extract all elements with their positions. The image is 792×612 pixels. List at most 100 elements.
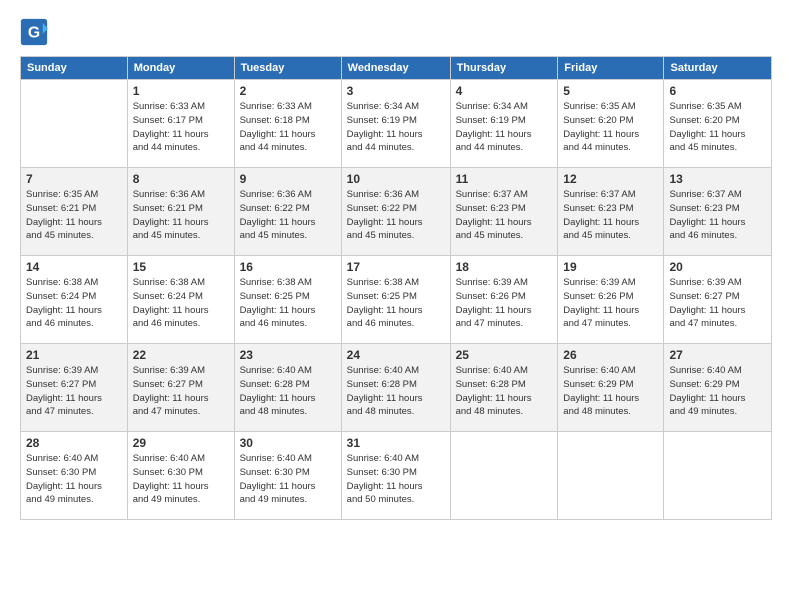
day-info: Sunrise: 6:40 AMSunset: 6:30 PMDaylight:… — [26, 452, 122, 507]
column-header-sunday: Sunday — [21, 57, 128, 80]
day-number: 30 — [240, 436, 336, 450]
day-number: 27 — [669, 348, 766, 362]
calendar-cell: 1 Sunrise: 6:33 AMSunset: 6:17 PMDaylight… — [127, 80, 234, 168]
logo: G — [20, 18, 52, 46]
column-header-monday: Monday — [127, 57, 234, 80]
calendar-cell: 11 Sunrise: 6:37 AMSunset: 6:23 PMDayligh… — [450, 168, 558, 256]
day-info: Sunrise: 6:39 AMSunset: 6:27 PMDaylight:… — [669, 276, 766, 331]
svg-text:G: G — [28, 24, 40, 41]
day-info: Sunrise: 6:39 AMSunset: 6:27 PMDaylight:… — [133, 364, 229, 419]
calendar-cell: 21 Sunrise: 6:39 AMSunset: 6:27 PMDayligh… — [21, 344, 128, 432]
day-number: 23 — [240, 348, 336, 362]
calendar-cell: 23 Sunrise: 6:40 AMSunset: 6:28 PMDayligh… — [234, 344, 341, 432]
day-info: Sunrise: 6:39 AMSunset: 6:26 PMDaylight:… — [456, 276, 553, 331]
day-info: Sunrise: 6:40 AMSunset: 6:28 PMDaylight:… — [456, 364, 553, 419]
calendar-cell — [450, 432, 558, 520]
day-info: Sunrise: 6:35 AMSunset: 6:20 PMDaylight:… — [563, 100, 658, 155]
day-number: 22 — [133, 348, 229, 362]
day-number: 17 — [347, 260, 445, 274]
day-info: Sunrise: 6:36 AMSunset: 6:22 PMDaylight:… — [347, 188, 445, 243]
column-header-wednesday: Wednesday — [341, 57, 450, 80]
day-number: 11 — [456, 172, 553, 186]
calendar-cell: 22 Sunrise: 6:39 AMSunset: 6:27 PMDayligh… — [127, 344, 234, 432]
day-number: 5 — [563, 84, 658, 98]
week-row-2: 7 Sunrise: 6:35 AMSunset: 6:21 PMDaylight… — [21, 168, 772, 256]
day-number: 14 — [26, 260, 122, 274]
day-info: Sunrise: 6:37 AMSunset: 6:23 PMDaylight:… — [669, 188, 766, 243]
calendar-cell: 12 Sunrise: 6:37 AMSunset: 6:23 PMDayligh… — [558, 168, 664, 256]
day-info: Sunrise: 6:40 AMSunset: 6:29 PMDaylight:… — [669, 364, 766, 419]
day-number: 16 — [240, 260, 336, 274]
calendar-cell: 18 Sunrise: 6:39 AMSunset: 6:26 PMDayligh… — [450, 256, 558, 344]
calendar-cell: 15 Sunrise: 6:38 AMSunset: 6:24 PMDayligh… — [127, 256, 234, 344]
day-info: Sunrise: 6:39 AMSunset: 6:27 PMDaylight:… — [26, 364, 122, 419]
day-info: Sunrise: 6:40 AMSunset: 6:28 PMDaylight:… — [240, 364, 336, 419]
column-header-thursday: Thursday — [450, 57, 558, 80]
calendar-cell: 10 Sunrise: 6:36 AMSunset: 6:22 PMDayligh… — [341, 168, 450, 256]
day-info: Sunrise: 6:33 AMSunset: 6:18 PMDaylight:… — [240, 100, 336, 155]
page: G SundayMondayTuesdayWednesdayThursdayFr… — [0, 0, 792, 532]
calendar-cell: 3 Sunrise: 6:34 AMSunset: 6:19 PMDaylight… — [341, 80, 450, 168]
day-number: 7 — [26, 172, 122, 186]
calendar-cell: 26 Sunrise: 6:40 AMSunset: 6:29 PMDayligh… — [558, 344, 664, 432]
day-number: 9 — [240, 172, 336, 186]
day-info: Sunrise: 6:38 AMSunset: 6:25 PMDaylight:… — [240, 276, 336, 331]
day-info: Sunrise: 6:40 AMSunset: 6:30 PMDaylight:… — [133, 452, 229, 507]
day-info: Sunrise: 6:36 AMSunset: 6:21 PMDaylight:… — [133, 188, 229, 243]
calendar-cell: 8 Sunrise: 6:36 AMSunset: 6:21 PMDaylight… — [127, 168, 234, 256]
day-info: Sunrise: 6:33 AMSunset: 6:17 PMDaylight:… — [133, 100, 229, 155]
day-number: 20 — [669, 260, 766, 274]
day-number: 21 — [26, 348, 122, 362]
day-number: 18 — [456, 260, 553, 274]
week-row-5: 28 Sunrise: 6:40 AMSunset: 6:30 PMDayligh… — [21, 432, 772, 520]
column-header-tuesday: Tuesday — [234, 57, 341, 80]
day-number: 19 — [563, 260, 658, 274]
calendar-cell: 17 Sunrise: 6:38 AMSunset: 6:25 PMDayligh… — [341, 256, 450, 344]
calendar-cell: 30 Sunrise: 6:40 AMSunset: 6:30 PMDayligh… — [234, 432, 341, 520]
day-info: Sunrise: 6:36 AMSunset: 6:22 PMDaylight:… — [240, 188, 336, 243]
day-info: Sunrise: 6:38 AMSunset: 6:25 PMDaylight:… — [347, 276, 445, 331]
day-info: Sunrise: 6:34 AMSunset: 6:19 PMDaylight:… — [347, 100, 445, 155]
day-info: Sunrise: 6:34 AMSunset: 6:19 PMDaylight:… — [456, 100, 553, 155]
day-info: Sunrise: 6:38 AMSunset: 6:24 PMDaylight:… — [26, 276, 122, 331]
day-number: 31 — [347, 436, 445, 450]
calendar-cell: 27 Sunrise: 6:40 AMSunset: 6:29 PMDayligh… — [664, 344, 772, 432]
calendar-cell — [664, 432, 772, 520]
calendar-cell: 29 Sunrise: 6:40 AMSunset: 6:30 PMDayligh… — [127, 432, 234, 520]
day-info: Sunrise: 6:35 AMSunset: 6:21 PMDaylight:… — [26, 188, 122, 243]
day-number: 12 — [563, 172, 658, 186]
calendar-cell — [21, 80, 128, 168]
column-header-saturday: Saturday — [664, 57, 772, 80]
day-number: 15 — [133, 260, 229, 274]
day-number: 6 — [669, 84, 766, 98]
day-number: 2 — [240, 84, 336, 98]
day-number: 4 — [456, 84, 553, 98]
calendar-cell: 5 Sunrise: 6:35 AMSunset: 6:20 PMDaylight… — [558, 80, 664, 168]
day-number: 8 — [133, 172, 229, 186]
calendar-cell: 28 Sunrise: 6:40 AMSunset: 6:30 PMDayligh… — [21, 432, 128, 520]
day-number: 13 — [669, 172, 766, 186]
day-info: Sunrise: 6:39 AMSunset: 6:26 PMDaylight:… — [563, 276, 658, 331]
day-number: 25 — [456, 348, 553, 362]
day-info: Sunrise: 6:40 AMSunset: 6:30 PMDaylight:… — [240, 452, 336, 507]
day-number: 3 — [347, 84, 445, 98]
day-number: 26 — [563, 348, 658, 362]
calendar-cell: 7 Sunrise: 6:35 AMSunset: 6:21 PMDaylight… — [21, 168, 128, 256]
day-info: Sunrise: 6:37 AMSunset: 6:23 PMDaylight:… — [456, 188, 553, 243]
day-number: 28 — [26, 436, 122, 450]
calendar-cell: 24Sunrise: 6:40 AMSunset: 6:28 PMDayligh… — [341, 344, 450, 432]
day-number: 10 — [347, 172, 445, 186]
calendar-cell: 25 Sunrise: 6:40 AMSunset: 6:28 PMDayligh… — [450, 344, 558, 432]
calendar-cell: 13 Sunrise: 6:37 AMSunset: 6:23 PMDayligh… — [664, 168, 772, 256]
header: G — [20, 18, 772, 46]
day-number: 29 — [133, 436, 229, 450]
day-info: Sunrise: 6:40 AMSunset: 6:29 PMDaylight:… — [563, 364, 658, 419]
day-info: Sunrise: 6:37 AMSunset: 6:23 PMDaylight:… — [563, 188, 658, 243]
header-row: SundayMondayTuesdayWednesdayThursdayFrid… — [21, 57, 772, 80]
calendar-cell: 31Sunrise: 6:40 AMSunset: 6:30 PMDayligh… — [341, 432, 450, 520]
calendar-cell: 20 Sunrise: 6:39 AMSunset: 6:27 PMDayligh… — [664, 256, 772, 344]
day-number: 1 — [133, 84, 229, 98]
day-info: Sunrise: 6:40 AMSunset: 6:28 PMDaylight:… — [347, 364, 445, 419]
day-info: Sunrise: 6:38 AMSunset: 6:24 PMDaylight:… — [133, 276, 229, 331]
calendar-cell — [558, 432, 664, 520]
